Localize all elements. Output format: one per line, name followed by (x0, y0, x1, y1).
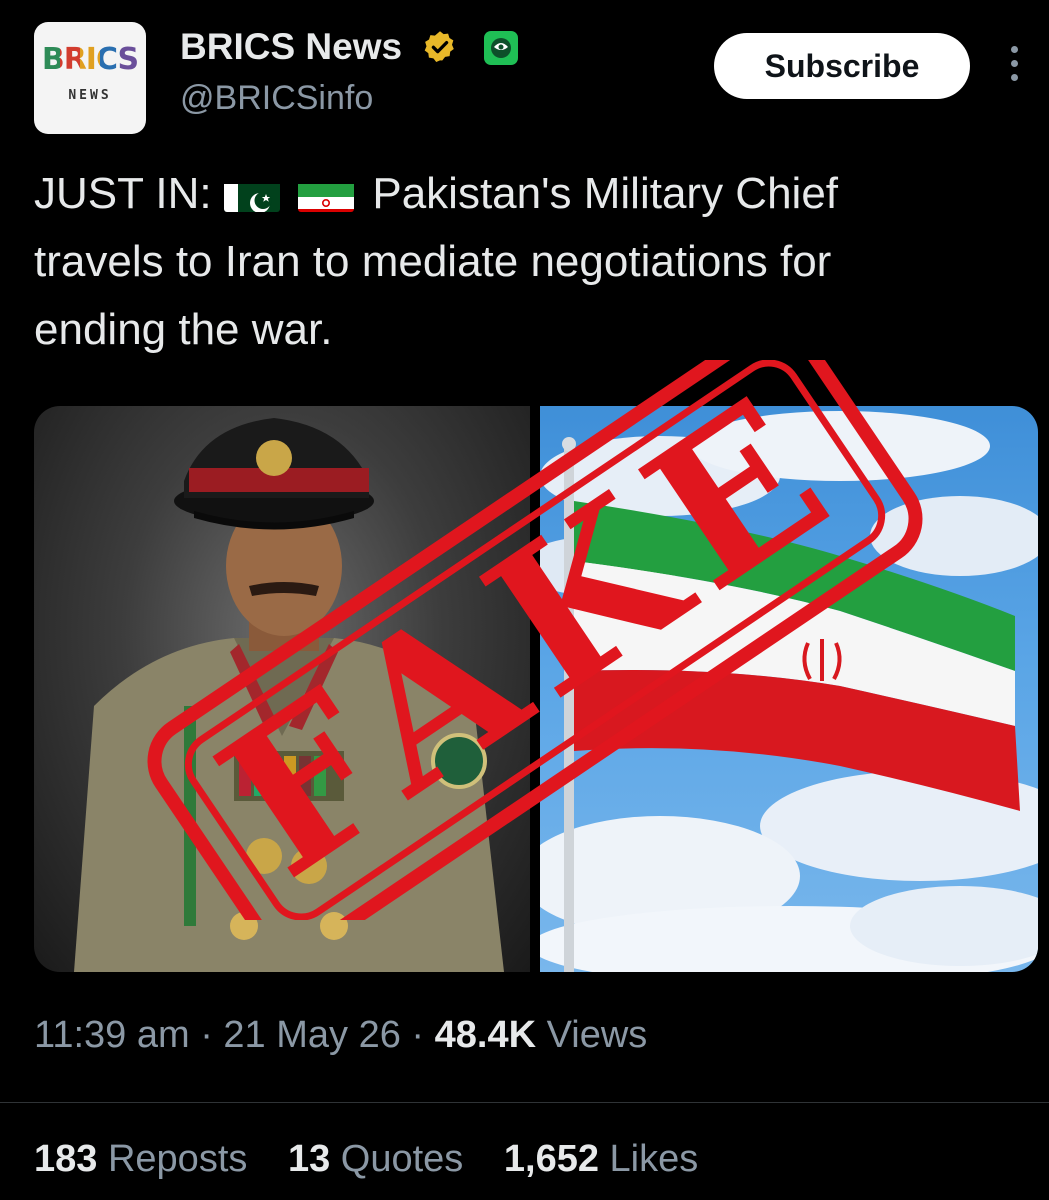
officer-portrait-image[interactable] (34, 406, 530, 972)
iran-flag-icon (298, 174, 355, 212)
likes-label: Likes (609, 1138, 699, 1180)
reposts-stat[interactable]: 183 Reposts (34, 1138, 247, 1181)
tweet-line-2: travels to Iran to mediate negotiations … (34, 237, 832, 286)
verified-badge-icon[interactable] (422, 29, 458, 65)
tweet-media[interactable] (34, 406, 1038, 972)
pakistan-flag-icon (223, 174, 280, 212)
account-handle[interactable]: @BRICSinfo (180, 79, 373, 118)
tweet-time[interactable]: 11:39 am (34, 1014, 190, 1056)
divider (0, 1102, 1049, 1103)
reposts-label: Reposts (107, 1138, 248, 1180)
tweet-meta: 11:39 am · 21 May 26 · 48.4K Views (34, 1014, 647, 1057)
account-avatar[interactable]: BRICS NEWS (34, 22, 146, 134)
views-label[interactable]: Views (547, 1014, 648, 1056)
account-name[interactable]: BRICS News (180, 26, 402, 68)
tweet-text: JUST IN: Pakistan's Military Chief trave… (34, 160, 1024, 364)
tweet-prefix: JUST IN: (34, 169, 212, 218)
tweet-date[interactable]: 21 May 26 (223, 1014, 400, 1056)
tweet-line-1-rest: Pakistan's Military Chief (372, 169, 839, 218)
quotes-count: 13 (287, 1138, 331, 1180)
likes-stat[interactable]: 1,652 Likes (504, 1138, 698, 1181)
engagement-stats: 183 Reposts 13 Quotes 1,652 Likes (34, 1138, 728, 1181)
reposts-count: 183 (34, 1138, 98, 1180)
likes-count: 1,652 (503, 1138, 599, 1180)
meta-separator-2: · (411, 1014, 425, 1056)
iran-flag-image[interactable] (540, 406, 1038, 972)
quotes-label: Quotes (340, 1138, 464, 1180)
more-options-icon[interactable] (1002, 46, 1026, 88)
avatar-logo-text: BRICS (41, 42, 139, 77)
meta-separator-1: · (200, 1014, 213, 1056)
tweet-line-1: JUST IN: Pakistan's Military Chief (34, 160, 1024, 228)
quotes-stat[interactable]: 13 Quotes (288, 1138, 463, 1181)
views-count[interactable]: 48.4K (435, 1014, 536, 1056)
subscribe-button[interactable]: Subscribe (714, 33, 970, 99)
avatar-logo-subtext: NEWS (68, 88, 112, 103)
affiliate-badge-icon[interactable] (484, 31, 518, 65)
tweet-line-3: ending the war. (34, 305, 333, 354)
